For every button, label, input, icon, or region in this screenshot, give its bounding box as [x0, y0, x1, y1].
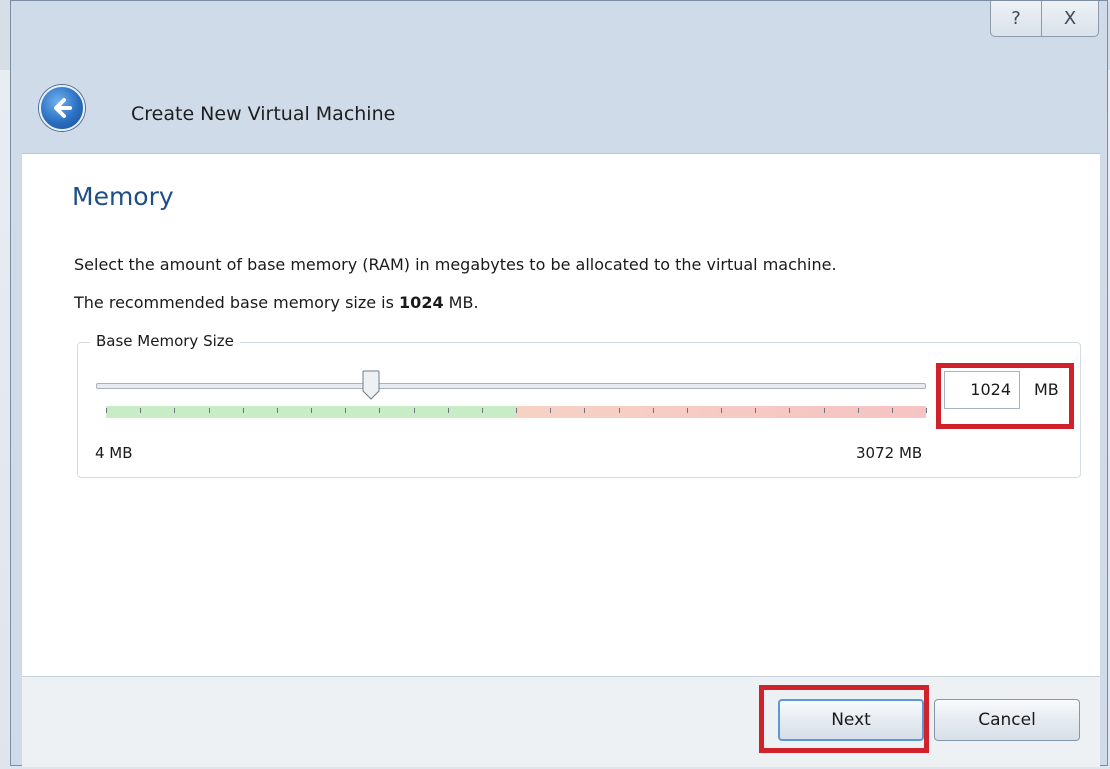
scale-tick — [858, 408, 859, 413]
back-button[interactable] — [39, 85, 85, 131]
help-button[interactable]: ? — [990, 1, 1042, 37]
base-memory-group: Base Memory Size 4 MB 3072 MB 1024 MB — [77, 332, 1081, 478]
scale-tick — [209, 408, 210, 413]
scale-tick — [277, 408, 278, 413]
cancel-button[interactable]: Cancel — [934, 699, 1080, 741]
scale-tick — [653, 408, 654, 413]
arrow-left-icon — [54, 98, 72, 118]
slider-max-label: 3072 MB — [856, 444, 923, 462]
next-button-highlight — [759, 685, 929, 753]
help-icon: ? — [1011, 8, 1021, 29]
page-description: Select the amount of base memory (RAM) i… — [74, 255, 837, 274]
scale-tick — [550, 408, 551, 413]
scale-tick — [482, 408, 483, 413]
slider-min-label: 4 MB — [95, 444, 133, 462]
memory-slider-track[interactable] — [96, 383, 926, 389]
scale-tick — [516, 408, 517, 413]
scale-tick — [926, 408, 927, 413]
scale-tick — [106, 408, 107, 413]
scale-tick — [755, 408, 756, 413]
scale-tick — [584, 408, 585, 413]
scale-tick — [721, 408, 722, 413]
scale-tick — [345, 408, 346, 413]
scale-tick — [174, 408, 175, 413]
scale-tick — [892, 408, 893, 413]
recommended-value: 1024 — [399, 293, 444, 312]
close-icon: X — [1063, 8, 1077, 29]
wizard-footer: Next Cancel — [22, 676, 1100, 767]
scale-tick — [379, 408, 380, 413]
dialog-title: Create New Virtual Machine — [131, 103, 396, 125]
memory-input-highlight — [936, 363, 1074, 429]
recommendation-text: The recommended base memory size is 1024… — [74, 293, 479, 312]
scale-tick — [311, 408, 312, 413]
close-button[interactable]: X — [1041, 1, 1099, 37]
wizard-header: Create New Virtual Machine — [21, 79, 1101, 139]
group-label: Base Memory Size — [90, 332, 240, 350]
scale-tick — [414, 408, 415, 413]
scale-tick — [140, 408, 141, 413]
memory-slider-thumb[interactable] — [362, 370, 380, 400]
scale-tick — [824, 408, 825, 413]
scale-tick — [448, 408, 449, 413]
window-controls: ? X — [990, 1, 1099, 37]
scale-tick — [789, 408, 790, 413]
page-heading: Memory — [72, 182, 174, 211]
recommendation-suffix: MB. — [443, 293, 479, 312]
recommendation-prefix: The recommended base memory size is — [74, 293, 400, 312]
scale-tick — [687, 408, 688, 413]
scale-tick — [243, 408, 244, 413]
scale-tick — [619, 408, 620, 413]
